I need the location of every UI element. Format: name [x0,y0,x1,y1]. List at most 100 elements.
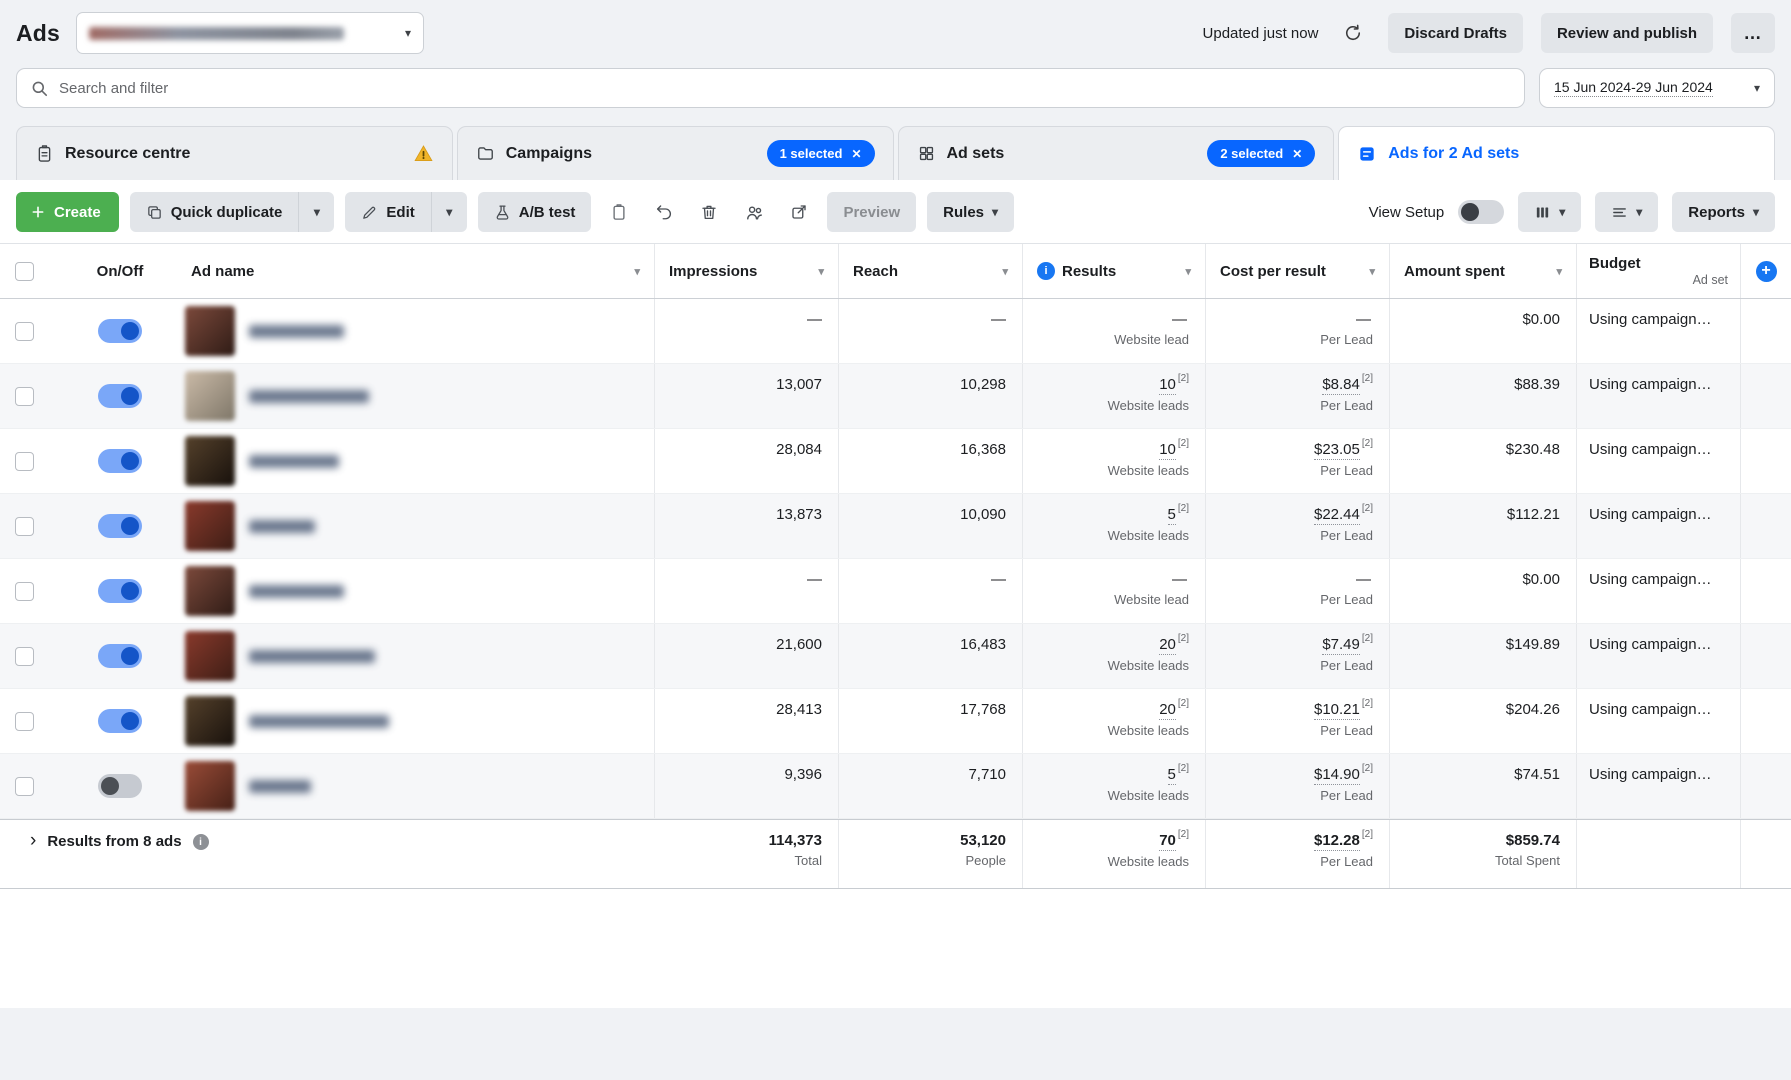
review-and-publish-button[interactable]: Review and publish [1541,13,1713,53]
expand-results-icon[interactable]: › [30,832,36,849]
ad-name-cell[interactable] [177,299,655,363]
ad-name-cell[interactable] [177,429,655,493]
tab-resource-centre[interactable]: Resource centre [16,126,453,180]
results-type: Website leads [1108,462,1189,479]
column-header-budget[interactable]: Budget Ad set [1577,244,1741,298]
impressions-cell: 13,007 [655,364,839,428]
info-icon[interactable]: i [193,834,209,850]
quick-duplicate-button[interactable]: Quick duplicate [130,192,299,232]
on-off-toggle[interactable] [98,644,142,668]
table-row: 28,413 17,768 20 [2] Website leads $10.2… [0,689,1791,754]
row-checkbox[interactable] [15,387,34,406]
clear-selection-icon[interactable]: ✕ [1292,147,1302,161]
clipboard-icon [35,144,54,163]
attribution-info-icon[interactable]: i [1037,262,1055,280]
add-column-icon[interactable]: + [1756,261,1777,282]
row-checkbox[interactable] [15,712,34,731]
on-off-toggle[interactable] [98,449,142,473]
page-title: Ads [16,20,60,47]
cost-type: Per Lead [1320,397,1373,414]
row-checkbox[interactable] [15,582,34,601]
tracking-button[interactable] [782,195,816,229]
cost-value: $7.49 [1322,635,1360,655]
ad-thumbnail [185,306,235,356]
row-checkbox[interactable] [15,777,34,796]
refresh-button[interactable] [1336,16,1370,50]
edit-button[interactable]: Edit [345,192,430,232]
ad-name-cell[interactable] [177,364,655,428]
impressions-cell: — [655,559,839,623]
row-checkbox[interactable] [15,452,34,471]
grid-icon [917,144,936,163]
search-input[interactable] [59,80,1511,97]
search-filter-bar[interactable] [16,68,1525,108]
quick-duplicate-group: Quick duplicate ▾ [130,192,335,232]
select-all-checkbox[interactable] [15,262,34,281]
columns-button[interactable]: ▾ [1518,192,1581,232]
preview-button[interactable]: Preview [827,192,916,232]
date-range-value: 15 Jun 2024-29 Jun 2024 [1554,79,1713,97]
table-row: — — — Website lead — Per Lead $0.00 Usin… [0,559,1791,624]
undo-button[interactable] [647,195,681,229]
ad-name-cell[interactable] [177,494,655,558]
breakdown-button[interactable]: ▾ [1595,192,1658,232]
summary-cost-per-result: $12.28 [2] Per Lead [1206,820,1390,888]
clear-selection-icon[interactable]: ✕ [851,147,861,161]
row-checkbox[interactable] [15,647,34,666]
cost-value: $22.44 [1314,505,1360,525]
ad-name-cell[interactable] [177,754,655,818]
ad-name-cell[interactable] [177,559,655,623]
rules-button[interactable]: Rules ▾ [927,192,1014,232]
ad-name-cell[interactable] [177,689,655,753]
on-off-toggle[interactable] [98,384,142,408]
row-select-cell [0,494,63,558]
ad-name-blurred [249,715,389,728]
delete-button[interactable] [692,195,726,229]
impressions-value: — [807,570,822,589]
tab-ads[interactable]: Ads for 2 Ad sets [1338,126,1775,180]
sort-caret-icon: ▾ [1185,265,1191,278]
more-options-button[interactable]: … [1731,13,1775,53]
quick-duplicate-dropdown[interactable]: ▾ [298,192,334,232]
cost-per-result-cell: $10.21 [2] Per Lead [1206,689,1390,753]
on-off-toggle[interactable] [98,514,142,538]
footnote-marker: [2] [1178,698,1189,709]
column-header-impressions[interactable]: Impressions ▾ [655,244,839,298]
ad-name-cell[interactable] [177,624,655,688]
campaigns-selected-badge[interactable]: 1 selected ✕ [767,140,875,167]
row-checkbox[interactable] [15,517,34,536]
assign-people-button[interactable] [737,195,771,229]
column-header-reach[interactable]: Reach ▾ [839,244,1023,298]
view-setup-toggle[interactable] [1458,200,1504,224]
top-bar-actions: Updated just now Discard Drafts Review a… [1203,13,1775,53]
reach-value: — [991,570,1006,589]
row-checkbox[interactable] [15,322,34,341]
results-type: Website lead [1114,591,1189,608]
amount-spent-value: $0.00 [1522,570,1560,589]
ad-sets-selected-badge[interactable]: 2 selected ✕ [1207,140,1315,167]
on-off-toggle[interactable] [98,319,142,343]
row-end-cell [1741,299,1791,363]
pin-button[interactable] [602,195,636,229]
column-header-cost-per-result[interactable]: Cost per result ▾ [1206,244,1390,298]
amount-spent-value: $204.26 [1506,700,1560,719]
column-header-ad-name[interactable]: Ad name ▾ [177,244,655,298]
edit-dropdown[interactable]: ▾ [431,192,467,232]
create-button[interactable]: Create [16,192,119,232]
discard-drafts-button[interactable]: Discard Drafts [1388,13,1523,53]
column-header-amount-spent[interactable]: Amount spent ▾ [1390,244,1577,298]
reach-value: — [991,310,1006,329]
tab-campaigns[interactable]: Campaigns 1 selected ✕ [457,126,894,180]
column-header-results[interactable]: i Results ▾ [1023,244,1206,298]
ad-account-selector[interactable]: ▾ [76,12,424,54]
impressions-value: 28,084 [776,440,822,459]
on-off-toggle[interactable] [98,774,142,798]
tab-ad-sets[interactable]: Ad sets 2 selected ✕ [898,126,1335,180]
tab-label: Ad sets [947,145,1005,163]
on-off-toggle[interactable] [98,579,142,603]
ad-name-blurred [249,390,369,403]
ab-test-button[interactable]: A/B test [478,192,592,232]
on-off-toggle[interactable] [98,709,142,733]
reports-button[interactable]: Reports ▾ [1672,192,1775,232]
date-range-picker[interactable]: 15 Jun 2024-29 Jun 2024 ▾ [1539,68,1775,108]
